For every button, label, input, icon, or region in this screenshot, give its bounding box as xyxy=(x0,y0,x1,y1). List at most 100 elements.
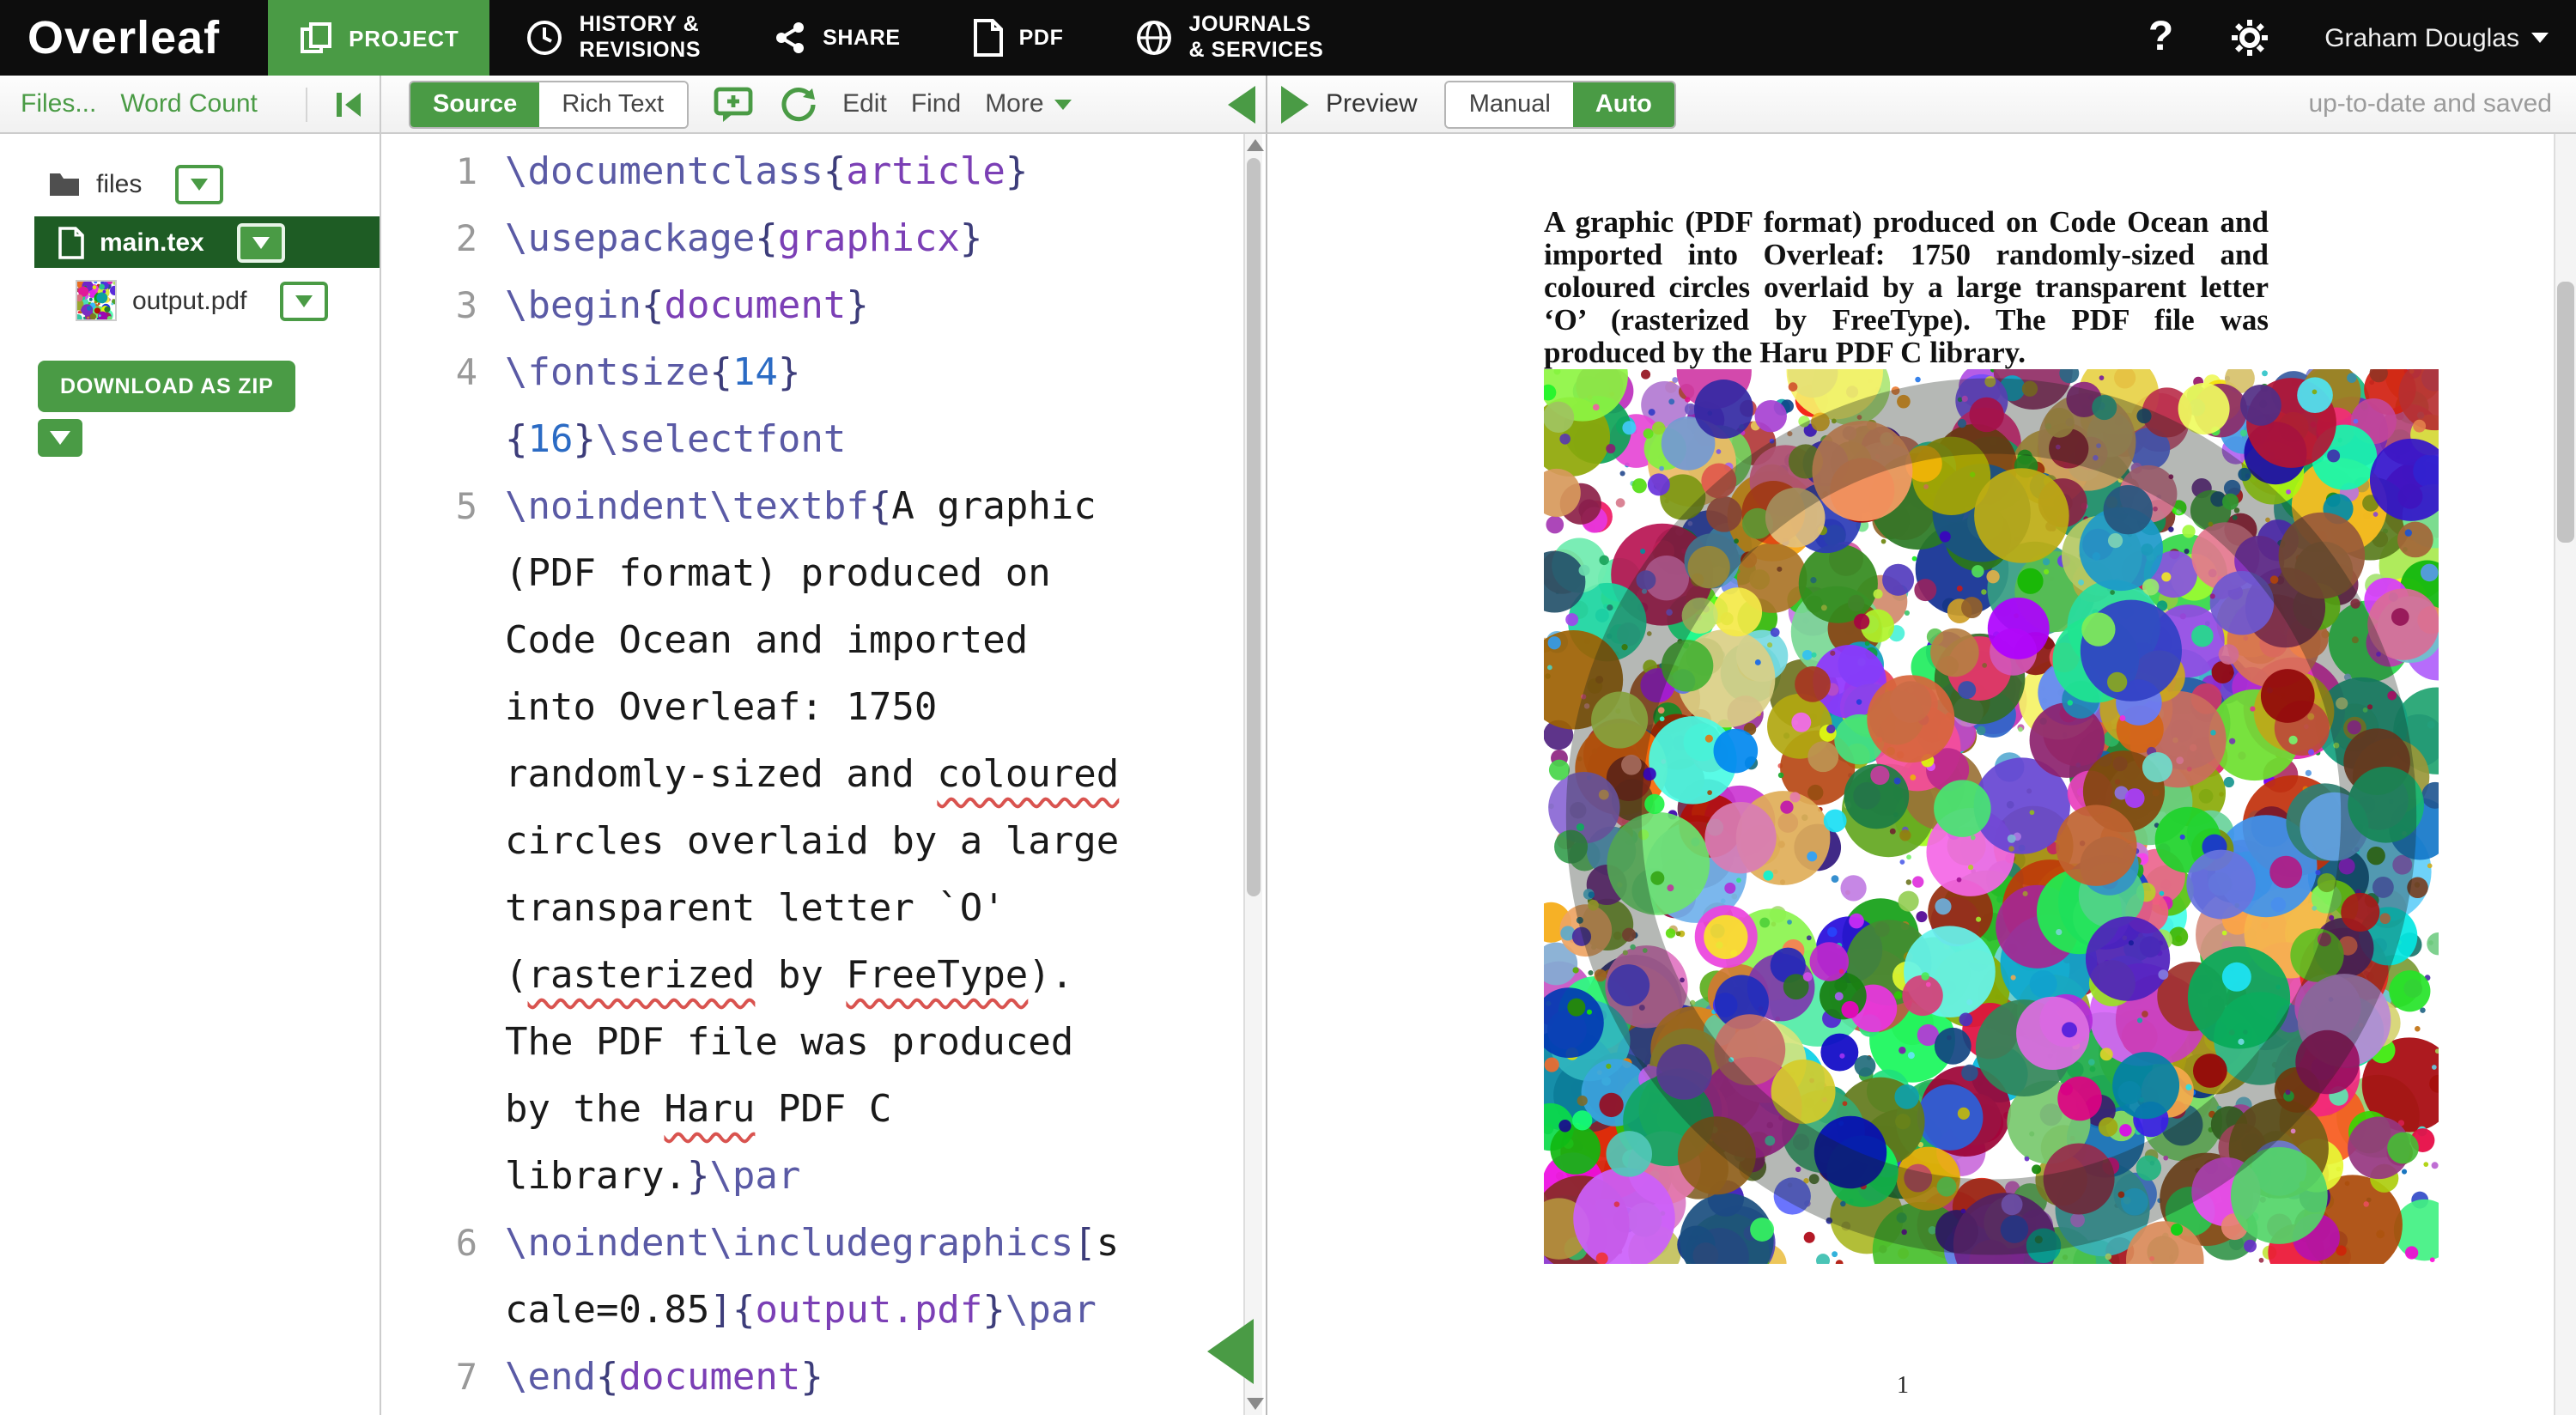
line-number xyxy=(381,1010,505,1077)
line-number xyxy=(381,809,505,876)
chevron-down-icon xyxy=(252,236,270,248)
sidebar-header: Files... Word Count xyxy=(0,76,381,134)
scrollbar-thumb[interactable] xyxy=(2557,282,2574,543)
line-number xyxy=(381,407,505,474)
download-zip-button[interactable]: DOWNLOAD AS ZIP xyxy=(38,361,296,412)
pdf-button[interactable]: PDF xyxy=(937,0,1100,76)
divider xyxy=(306,87,307,121)
collapse-sidebar-icon[interactable] xyxy=(331,87,366,121)
line-number: 6 xyxy=(381,1211,505,1278)
rich-text-tab[interactable]: Rich Text xyxy=(539,82,686,126)
file-dropdown-button[interactable] xyxy=(237,222,285,262)
tex-file-icon xyxy=(58,226,84,258)
overleaf-logo[interactable]: Overleaf xyxy=(27,0,220,76)
file-row-output-pdf[interactable]: output.pdf xyxy=(0,275,380,326)
circles-graphic xyxy=(1544,369,2439,1264)
more-menu-button[interactable]: More xyxy=(985,89,1071,118)
project-button[interactable]: PROJECT xyxy=(268,0,489,76)
folder-icon xyxy=(48,171,81,197)
file-label: output.pdf xyxy=(132,286,246,315)
pdf-preview-pane: A graphic (PDF format) produced on Code … xyxy=(1267,134,2576,1415)
code-line[interactable]: Code Ocean and imported xyxy=(381,608,1266,675)
preview-label: Preview xyxy=(1326,89,1418,118)
code-line[interactable]: 3\begin{document} xyxy=(381,273,1266,340)
code-line[interactable]: (rasterized by FreeType). xyxy=(381,943,1266,1010)
file-dropdown-button[interactable] xyxy=(279,281,327,320)
scroll-down-icon[interactable] xyxy=(1247,1398,1264,1410)
history-revisions-button[interactable]: HISTORY &REVISIONS xyxy=(490,0,738,76)
share-button[interactable]: SHARE xyxy=(737,0,937,76)
code-line[interactable]: 2\usepackage{graphicx} xyxy=(381,206,1266,273)
history-label: HISTORY &REVISIONS xyxy=(580,12,702,64)
pdf-thumbnail xyxy=(76,280,117,321)
journals-services-button[interactable]: JOURNALS& SERVICES xyxy=(1099,0,1359,76)
gear-icon[interactable] xyxy=(2228,17,2269,58)
expand-preview-icon[interactable] xyxy=(1281,85,1309,123)
code-line[interactable]: {16}\selectfont xyxy=(381,407,1266,474)
editor-toolbar: Source Rich Text Edit Find More xyxy=(381,76,1267,134)
preview-scrollbar[interactable] xyxy=(2554,134,2576,1415)
code-line[interactable]: transparent letter `O' xyxy=(381,876,1266,943)
code-line[interactable]: by the Haru PDF C xyxy=(381,1077,1266,1144)
line-number xyxy=(381,1144,505,1211)
code-line[interactable]: (PDF format) produced on xyxy=(381,541,1266,608)
files-link[interactable]: Files... xyxy=(21,89,96,118)
code-line[interactable]: 6\noindent\includegraphics[s xyxy=(381,1211,1266,1278)
code-line[interactable]: circles overlaid by a large xyxy=(381,809,1266,876)
word-count-link[interactable]: Word Count xyxy=(120,89,258,118)
overleaf-app: Overleaf PROJECT HISTORY &REVISIONS xyxy=(0,0,2576,1415)
source-richtext-toggle: Source Rich Text xyxy=(409,80,688,128)
code-line[interactable]: randomly-sized and coloured xyxy=(381,742,1266,809)
compile-status: up-to-date and saved xyxy=(2308,89,2552,118)
line-number: 7 xyxy=(381,1345,505,1412)
editor-scrollbar[interactable] xyxy=(1243,134,1262,1415)
file-tree-panel: files main.tex output.pdf DOWNLOAD AS ZI… xyxy=(0,134,381,1415)
code-line[interactable]: The PDF file was produced xyxy=(381,1010,1266,1077)
line-number xyxy=(381,742,505,809)
file-row-main-tex[interactable]: main.tex xyxy=(34,216,380,268)
collapse-editor-handle[interactable] xyxy=(1207,1319,1254,1384)
history-icon[interactable] xyxy=(777,83,818,124)
user-menu[interactable]: Graham Douglas xyxy=(2324,23,2549,52)
line-number xyxy=(381,608,505,675)
scrollbar-thumb[interactable] xyxy=(1247,158,1261,896)
pdf-page-text: A graphic (PDF format) produced on Code … xyxy=(1544,206,2269,369)
folder-row-files[interactable]: files xyxy=(0,158,380,210)
code-line[interactable]: library.}\par xyxy=(381,1144,1266,1211)
edit-button[interactable]: Edit xyxy=(842,89,887,118)
line-number: 1 xyxy=(381,139,505,206)
code-area[interactable]: 1\documentclass{article}2\usepackage{gra… xyxy=(381,134,1266,1412)
scroll-up-icon[interactable] xyxy=(1247,139,1264,151)
manual-auto-toggle: Manual Auto xyxy=(1445,80,1676,128)
folder-dropdown-button[interactable] xyxy=(174,164,222,203)
pdf-label: PDF xyxy=(1019,26,1064,50)
pdf-page-number: 1 xyxy=(1851,1374,1954,1401)
code-line[interactable]: cale=0.85]{output.pdf}\par xyxy=(381,1278,1266,1345)
manual-compile-tab[interactable]: Manual xyxy=(1447,82,1573,126)
auto-compile-tab[interactable]: Auto xyxy=(1573,82,1674,126)
user-name: Graham Douglas xyxy=(2324,23,2519,52)
line-number xyxy=(381,541,505,608)
code-line[interactable]: 7\end{document} xyxy=(381,1345,1266,1412)
line-number: 3 xyxy=(381,273,505,340)
help-button[interactable]: ? xyxy=(2148,14,2173,62)
topbar-right: ? Graham Douglas xyxy=(2148,0,2576,76)
share-icon xyxy=(773,21,807,55)
add-comment-icon[interactable] xyxy=(712,85,753,123)
collapse-editor-icon[interactable] xyxy=(1228,85,1255,123)
code-line[interactable]: 4\fontsize{14} xyxy=(381,340,1266,407)
code-line[interactable]: 1\documentclass{article} xyxy=(381,139,1266,206)
source-tab[interactable]: Source xyxy=(410,82,539,126)
project-icon xyxy=(299,21,333,55)
source-editor[interactable]: 1\documentclass{article}2\usepackage{gra… xyxy=(381,134,1267,1415)
find-button[interactable]: Find xyxy=(911,89,961,118)
journals-label: JOURNALS& SERVICES xyxy=(1188,12,1323,64)
file-label: main.tex xyxy=(100,228,204,257)
line-number xyxy=(381,1077,505,1144)
code-line[interactable]: 5\noindent\textbf{A graphic xyxy=(381,474,1266,541)
share-label: SHARE xyxy=(823,26,901,50)
line-number xyxy=(381,675,505,742)
code-line[interactable]: into Overleaf: 1750 xyxy=(381,675,1266,742)
download-options-dropdown[interactable] xyxy=(38,419,82,457)
project-label: PROJECT xyxy=(349,25,459,51)
